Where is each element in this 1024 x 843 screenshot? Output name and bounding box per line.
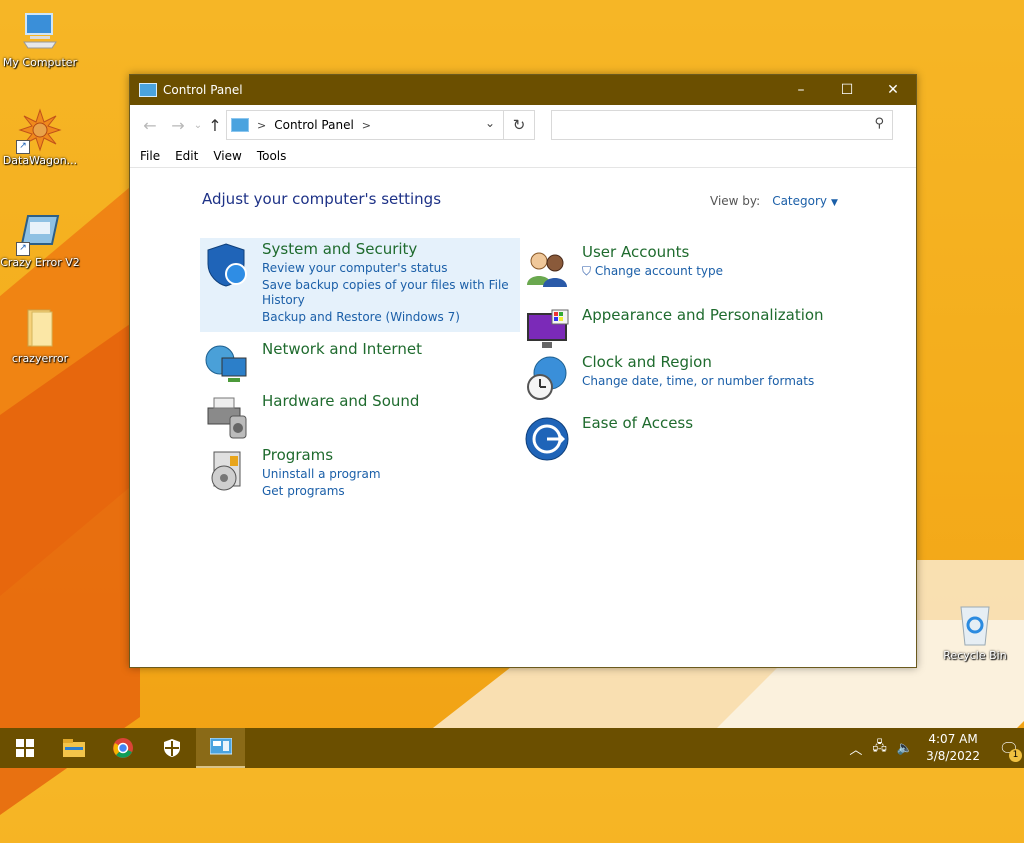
link-get-programs[interactable]: Get programs	[262, 484, 345, 498]
maximize-button[interactable]: ☐	[824, 75, 870, 105]
link-change-account-type[interactable]: ⛉ Change account type	[582, 264, 723, 279]
volume-icon[interactable]: 🔈	[897, 741, 913, 756]
category-system-security[interactable]: System and Security Review your computer…	[200, 238, 520, 332]
shield-icon	[204, 242, 250, 288]
category-title[interactable]: User Accounts	[582, 243, 689, 261]
uac-shield-icon: ⛉	[582, 264, 592, 278]
clock-date: 3/8/2022	[926, 749, 980, 763]
navigation-bar: ← → ⌄ ↑ > Control Panel > ⌄ ↻ ⚲	[130, 105, 916, 145]
start-icon	[15, 739, 34, 757]
taskbar-control-panel[interactable]	[196, 728, 245, 768]
view-by-label: View by:	[710, 194, 761, 208]
window-title: Control Panel	[163, 83, 243, 97]
shortcut-arrow-icon: ↗	[16, 242, 30, 256]
close-button[interactable]: ✕	[870, 75, 916, 105]
minimize-button[interactable]: –	[778, 75, 824, 105]
category-title[interactable]: Network and Internet	[262, 340, 422, 358]
refresh-button[interactable]: ↻	[504, 110, 535, 140]
clock-time: 4:07 AM	[928, 732, 978, 746]
menu-file[interactable]: File	[140, 149, 160, 163]
up-arrow-icon[interactable]: ↑	[204, 116, 226, 135]
control-panel-icon	[139, 83, 157, 97]
file-explorer-icon	[62, 739, 85, 757]
category-title[interactable]: Appearance and Personalization	[582, 306, 824, 324]
folder-icon	[18, 306, 62, 350]
action-center-button[interactable]: 🗨 1	[994, 739, 1024, 762]
desktop-icon-crazy-error[interactable]: ↗ Crazy Error V2	[0, 210, 80, 269]
notification-badge: 1	[1009, 748, 1022, 762]
clock-globe-icon	[524, 355, 570, 401]
category-title[interactable]: Ease of Access	[582, 414, 693, 432]
page-title: Adjust your computer's settings	[202, 190, 442, 208]
desktop-icon-recycle-bin[interactable]: Recycle Bin	[935, 603, 1015, 662]
printer-icon	[204, 394, 250, 440]
category-network-internet[interactable]: Network and Internet	[200, 338, 520, 386]
taskbar-chrome[interactable]	[98, 728, 147, 768]
category-hardware-sound[interactable]: Hardware and Sound	[200, 390, 520, 440]
crazy-error-icon: ↗	[16, 210, 62, 256]
system-tray: ︿ 🖧 🔈 4:07 AM 3/8/2022 🗨 1	[844, 728, 1024, 768]
network-tray-icon[interactable]: 🖧	[872, 737, 887, 759]
display-icon	[524, 308, 570, 354]
clock[interactable]: 4:07 AM 3/8/2022	[926, 731, 980, 765]
view-by: View by: Category ▼	[710, 194, 838, 208]
desktop-icon-my-computer[interactable]: My Computer	[0, 10, 80, 69]
link-uninstall-program[interactable]: Uninstall a program	[262, 467, 381, 481]
view-by-dropdown[interactable]: Category	[772, 194, 827, 208]
control-panel-icon	[231, 118, 249, 132]
taskbar-file-explorer[interactable]	[49, 728, 98, 768]
search-input[interactable]: ⚲	[551, 110, 893, 140]
category-title[interactable]: Clock and Region	[582, 353, 712, 371]
computer-icon	[18, 10, 62, 54]
category-programs[interactable]: Programs Uninstall a program Get program…	[200, 444, 520, 498]
ease-of-access-icon	[524, 416, 570, 462]
address-bar[interactable]: > Control Panel > ⌄	[226, 110, 504, 140]
control-panel-icon	[209, 738, 232, 755]
title-bar[interactable]: Control Panel – ☐ ✕	[130, 75, 916, 105]
menu-edit[interactable]: Edit	[175, 149, 198, 163]
link-backup-restore[interactable]: Backup and Restore (Windows 7)	[262, 310, 460, 324]
back-arrow-icon[interactable]: ←	[136, 116, 164, 135]
category-clock-region[interactable]: Clock and Region Change date, time, or n…	[520, 351, 840, 403]
category-title[interactable]: System and Security	[262, 240, 417, 258]
chrome-icon	[112, 738, 133, 758]
menu-bar: File Edit View Tools	[130, 145, 916, 168]
users-icon	[524, 245, 570, 291]
show-hidden-icons-chevron-icon[interactable]: ︿	[849, 739, 862, 758]
menu-tools[interactable]: Tools	[257, 149, 287, 163]
desktop-icon-datawagon[interactable]: ↗ DataWagon...	[0, 108, 80, 167]
category-ease-of-access[interactable]: Ease of Access	[520, 412, 840, 462]
network-icon	[204, 342, 250, 388]
search-icon: ⚲	[874, 116, 884, 131]
recent-dropdown-icon[interactable]: ⌄	[192, 120, 204, 131]
chevron-down-icon[interactable]: ⌄	[485, 116, 495, 130]
datawagon-icon: ↗	[16, 108, 62, 154]
forward-arrow-icon[interactable]: →	[164, 116, 192, 135]
breadcrumb-control-panel[interactable]: Control Panel	[274, 118, 354, 132]
taskbar-security[interactable]	[147, 728, 196, 768]
link-review-status[interactable]: Review your computer's status	[262, 261, 448, 275]
programs-icon	[204, 448, 250, 494]
category-title[interactable]: Programs	[262, 446, 333, 464]
start-button[interactable]	[0, 728, 49, 768]
security-icon	[163, 739, 180, 757]
content-area: Adjust your computer's settings View by:…	[130, 168, 916, 667]
refresh-icon: ↻	[512, 116, 526, 134]
caret-down-icon[interactable]: ▼	[831, 198, 838, 208]
recycle-bin-icon	[953, 603, 997, 647]
link-file-history[interactable]: Save backup copies of your files with Fi…	[262, 278, 509, 292]
category-appearance[interactable]: Appearance and Personalization	[520, 304, 840, 352]
link-change-date-time[interactable]: Change date, time, or number formats	[582, 374, 814, 388]
menu-view[interactable]: View	[213, 149, 241, 163]
taskbar: ︿ 🖧 🔈 4:07 AM 3/8/2022 🗨 1	[0, 728, 1024, 768]
category-title[interactable]: Hardware and Sound	[262, 392, 419, 410]
link-file-history-cont[interactable]: History	[262, 293, 305, 307]
desktop-icon-crazyerror-folder[interactable]: crazyerror	[0, 306, 80, 365]
category-user-accounts[interactable]: User Accounts ⛉ Change account type	[520, 241, 840, 291]
control-panel-window: Control Panel – ☐ ✕ ← → ⌄ ↑ > Control Pa…	[129, 74, 917, 668]
shortcut-arrow-icon: ↗	[16, 140, 30, 154]
